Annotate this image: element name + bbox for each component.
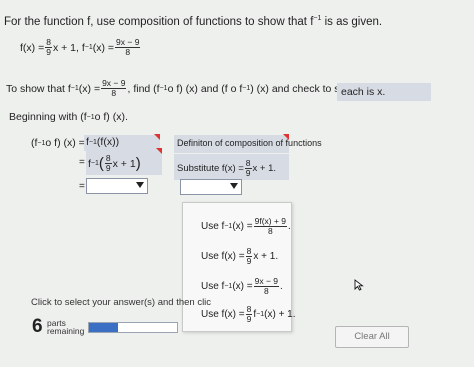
red-flag-icon [283, 134, 289, 140]
answer-each-is-x-text: each is x. [341, 86, 386, 98]
step-dropdown[interactable] [86, 178, 148, 194]
instr-fraction: 9x − 98 [101, 79, 127, 98]
begin-sup: −1 [86, 113, 95, 121]
question-suffix: is as given. [321, 15, 383, 28]
beginning-line: Beginning with (f −1 o f) (x). [9, 111, 128, 123]
w2-sup: −1 [90, 160, 99, 167]
w1-sup: −1 [37, 139, 46, 147]
progress-bar [88, 322, 178, 333]
opt2-fraction: 89 [245, 247, 253, 266]
w1-answer-content: f −1 (f(x)) [86, 136, 119, 148]
reason-1[interactable]: Definiton of composition of functions [174, 135, 322, 153]
chevron-down-icon [230, 183, 238, 189]
w1-rhs-end: (f(x)) [96, 136, 120, 148]
opt1-c: . [288, 221, 291, 232]
question-prefix: For the function f, use composition of f… [4, 15, 314, 28]
work-line-1: (f −1 o f) (x) = [31, 137, 85, 149]
instr-d: o f) (x) and (f o f [167, 82, 243, 95]
instr-c: , find (f [127, 82, 160, 95]
instr-den: 8 [111, 88, 117, 98]
option-3[interactable]: Use f −1 (x) = 9x − 98. [201, 277, 283, 296]
option-4[interactable]: Use f(x) = 8 9 f −1 (x) + 1. [201, 305, 296, 324]
w2-end: x + 1 [112, 157, 136, 170]
f-fraction: 89 [45, 38, 52, 57]
given-functions: f(x) = 89 x + 1, f −1 (x) = 9x − 98 [20, 38, 141, 57]
instr-sup3: −1 [242, 85, 251, 92]
progress-fill [89, 323, 119, 332]
reason-2[interactable]: Substitute f(x) = 8 9 x + 1. [174, 154, 289, 180]
answer-each-is-x[interactable]: each is x. [337, 83, 431, 101]
opt4-fraction: 89 [245, 305, 253, 324]
reason-1-text: Definiton of composition of functions [177, 138, 322, 148]
inv-sup: −1 [84, 44, 93, 51]
opt4-den: 9 [246, 314, 252, 324]
opt4-sup: −1 [256, 311, 265, 318]
parts-label: parts remaining [47, 319, 85, 336]
hint-text: Click to select your answer(s) and then … [31, 297, 212, 308]
w2-answer-content: f −1(8 9 x + 1) [88, 154, 141, 173]
w1-rhs-sup: −1 [88, 138, 97, 146]
opt1-b: (x) = [232, 221, 253, 232]
parts-label-2: remaining [47, 326, 85, 336]
option-1[interactable]: Use f −1 (x) = 9f(x) + 98. [201, 217, 291, 236]
instr-sup1: −1 [70, 85, 79, 92]
reason-dropdown[interactable] [180, 179, 242, 195]
opt2-a: Use f(x) = [201, 251, 245, 262]
w2-paren-open: ( [98, 155, 104, 172]
instr-b: (x) = [78, 82, 101, 95]
reason-options-popup: Use f −1 (x) = 9f(x) + 98. Use f(x) = 8 9 x + … [182, 202, 296, 332]
finv-lhs: (x) = [92, 41, 115, 54]
f-lhs: f(x) = [20, 41, 45, 54]
w2-eq: = [79, 157, 85, 168]
red-flag-icon [154, 134, 160, 140]
clear-all-button[interactable]: Clear All [335, 326, 409, 348]
opt2-c: x + 1. [253, 251, 279, 262]
opt3-den: 8 [263, 286, 269, 296]
instr-sup2: −1 [159, 85, 168, 92]
opt2-den: 9 [246, 256, 252, 266]
opt3-sup: −1 [224, 283, 233, 290]
r2-a: Substitute f(x) = [177, 163, 244, 174]
w2-paren-close: ) [135, 155, 141, 172]
begin-a: Beginning with (f [9, 111, 87, 123]
f-rest: x + 1, f [52, 41, 85, 54]
opt1-sup: −1 [224, 223, 233, 230]
opt3-c: . [280, 281, 283, 292]
w1-mid: o f) (x) = [45, 137, 85, 149]
opt1-a: Use f [201, 221, 225, 232]
question-text: For the function f, use composition of f… [4, 15, 382, 28]
opt3-fraction: 9x − 98 [253, 277, 280, 296]
finv-den: 8 [125, 47, 131, 57]
r2-fraction: 89 [244, 159, 252, 178]
clear-all-label: Clear All [354, 331, 390, 342]
chevron-down-icon [136, 182, 144, 188]
opt3-b: (x) = [232, 281, 253, 292]
opt4-a: Use f(x) = [201, 309, 245, 320]
instr-a: To show that f [6, 82, 71, 95]
opt1-den: 8 [267, 226, 273, 236]
r2-den: 9 [245, 168, 251, 178]
work-line-2-answer[interactable]: f −1(8 9 x + 1) [86, 149, 162, 175]
w2-den: 9 [105, 163, 111, 173]
finv-fraction: 9x − 98 [115, 38, 141, 57]
opt4-d: (x) + 1. [264, 309, 296, 320]
reason-2-content: Substitute f(x) = 8 9 x + 1. [177, 159, 276, 178]
instruction-line: To show that f −1 (x) = 9x − 98 , find (f… [6, 79, 372, 98]
option-2[interactable]: Use f(x) = 8 9 x + 1. [201, 247, 278, 266]
w3-eq: = [79, 181, 85, 192]
w2-fraction: 89 [104, 154, 112, 173]
mouse-cursor-icon [354, 279, 364, 291]
r2-b: x + 1. [252, 163, 277, 174]
opt3-a: Use f [201, 281, 225, 292]
parts-count: 6 [32, 316, 43, 337]
opt1-fraction: 9f(x) + 98 [253, 217, 288, 236]
begin-b: o f) (x). [94, 111, 128, 123]
red-flag-icon [156, 148, 162, 154]
f-den: 9 [46, 47, 51, 57]
